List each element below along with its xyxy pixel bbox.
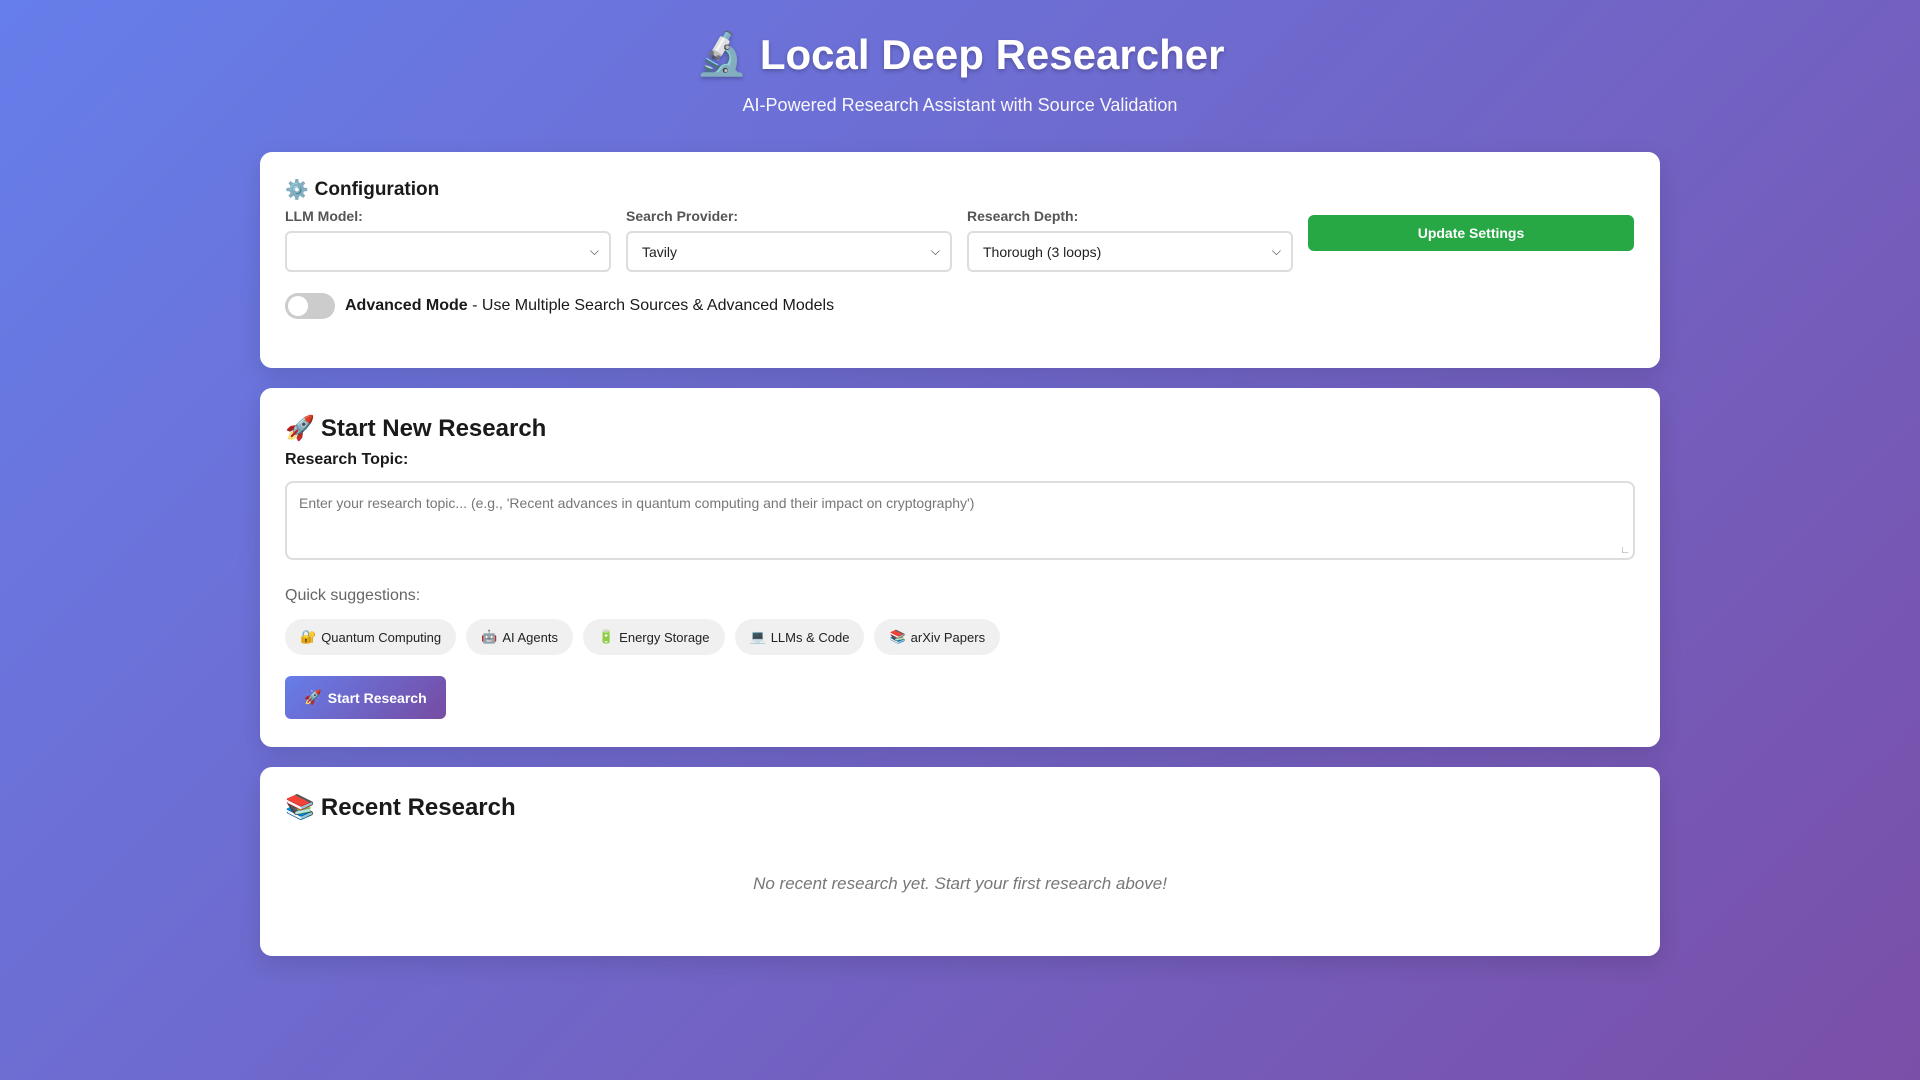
suggestion-chip-arxiv-papers[interactable]: 📚 arXiv Papers xyxy=(874,619,1001,655)
robot-icon: 🤖 xyxy=(481,629,498,644)
llm-model-select[interactable]: ⌵ xyxy=(285,231,611,272)
advanced-mode-label: Advanced Mode xyxy=(345,297,468,314)
books-icon: 📚 xyxy=(285,794,315,821)
chip-label: Quantum Computing xyxy=(321,629,442,645)
suggestion-chip-energy-storage[interactable]: 🔋 Energy Storage xyxy=(582,619,725,655)
search-provider-value: Tavily xyxy=(642,243,678,260)
advanced-mode-row: Advanced Mode - Use Multiple Search Sour… xyxy=(285,293,1635,319)
suggestion-chip-quantum-computing[interactable]: 🔐 Quantum Computing xyxy=(285,619,457,655)
page-title-text: Local Deep Researcher xyxy=(759,30,1225,78)
microscope-icon: 🔬 xyxy=(695,30,748,77)
page-header: 🔬 Local Deep Researcher AI-Powered Resea… xyxy=(0,0,1920,116)
research-depth-field: Research Depth: Thorough (3 loops) ⌵ xyxy=(967,208,1293,272)
advanced-mode-description: - Use Multiple Search Sources & Advanced… xyxy=(467,297,835,314)
configuration-heading-text: Configuration xyxy=(314,179,440,200)
resize-handle-icon[interactable]: ∟ xyxy=(1620,545,1630,556)
research-depth-select[interactable]: Thorough (3 loops) ⌵ xyxy=(967,231,1293,272)
suggestion-chip-ai-agents[interactable]: 🤖 AI Agents xyxy=(466,619,573,655)
chevron-down-icon: ⌵ xyxy=(589,244,599,258)
lock-icon: 🔐 xyxy=(300,629,317,644)
research-topic-placeholder: Enter your research topic... (e.g., 'Rec… xyxy=(299,495,975,511)
research-depth-label: Research Depth: xyxy=(967,208,1079,224)
update-settings-button[interactable]: Update Settings xyxy=(1308,215,1634,251)
chevron-down-icon: ⌵ xyxy=(930,244,940,258)
llm-model-label: LLM Model: xyxy=(285,208,363,224)
recent-research-card: 📚 Recent Research No recent research yet… xyxy=(260,767,1660,956)
chip-label: LLMs & Code xyxy=(770,629,850,645)
update-settings-wrap: Update Settings xyxy=(1308,208,1634,251)
recent-research-heading-text: Recent Research xyxy=(320,793,516,821)
page-subtitle: AI-Powered Research Assistant with Sourc… xyxy=(742,95,1178,115)
suggestion-chip-llms-code[interactable]: 💻 LLMs & Code xyxy=(734,619,865,655)
battery-icon: 🔋 xyxy=(597,629,615,644)
chevron-down-icon: ⌵ xyxy=(1271,244,1281,258)
books-icon: 📚 xyxy=(889,629,906,644)
rocket-icon: 🚀 xyxy=(285,415,315,442)
search-provider-select[interactable]: Tavily ⌵ xyxy=(626,231,952,272)
rocket-icon: 🚀 xyxy=(304,689,322,705)
new-research-card: 🚀 Start New Research Research Topic: Ent… xyxy=(260,388,1660,747)
start-research-label: Start Research xyxy=(327,689,427,706)
search-provider-label: Search Provider: xyxy=(626,208,739,224)
advanced-mode-toggle[interactable] xyxy=(285,293,335,319)
new-research-heading-text: Start New Research xyxy=(320,414,547,442)
chip-label: Energy Storage xyxy=(619,629,710,645)
recent-research-empty-state: No recent research yet. Start your first… xyxy=(753,874,1167,893)
configuration-card: ⚙️ Configuration LLM Model: ⌵ Search Pro… xyxy=(260,152,1660,368)
recent-research-heading: 📚 Recent Research xyxy=(285,793,1635,822)
laptop-icon: 💻 xyxy=(749,629,766,644)
research-depth-value: Thorough (3 loops) xyxy=(983,243,1102,260)
new-research-heading: 🚀 Start New Research xyxy=(285,414,1635,443)
gear-icon: ⚙️ xyxy=(285,180,309,201)
suggestion-chips: 🔐 Quantum Computing 🤖 AI Agents 🔋 Energy… xyxy=(285,619,1635,655)
llm-model-field: LLM Model: ⌵ xyxy=(285,208,611,272)
chip-label: arXiv Papers xyxy=(910,629,986,645)
search-provider-field: Search Provider: Tavily ⌵ xyxy=(626,208,952,272)
page-title: 🔬 Local Deep Researcher xyxy=(696,30,1225,79)
chip-label: AI Agents xyxy=(502,629,558,645)
research-topic-input[interactable]: Enter your research topic... (e.g., 'Rec… xyxy=(285,481,1635,560)
configuration-heading: ⚙️ Configuration xyxy=(285,178,1635,202)
config-row: LLM Model: ⌵ Search Provider: Tavily ⌵ R… xyxy=(285,208,1635,272)
toggle-knob xyxy=(288,296,308,316)
research-topic-label: Research Topic: xyxy=(285,451,409,468)
quick-suggestions-label: Quick suggestions: xyxy=(285,587,421,604)
start-research-button[interactable]: 🚀 Start Research xyxy=(285,676,446,719)
